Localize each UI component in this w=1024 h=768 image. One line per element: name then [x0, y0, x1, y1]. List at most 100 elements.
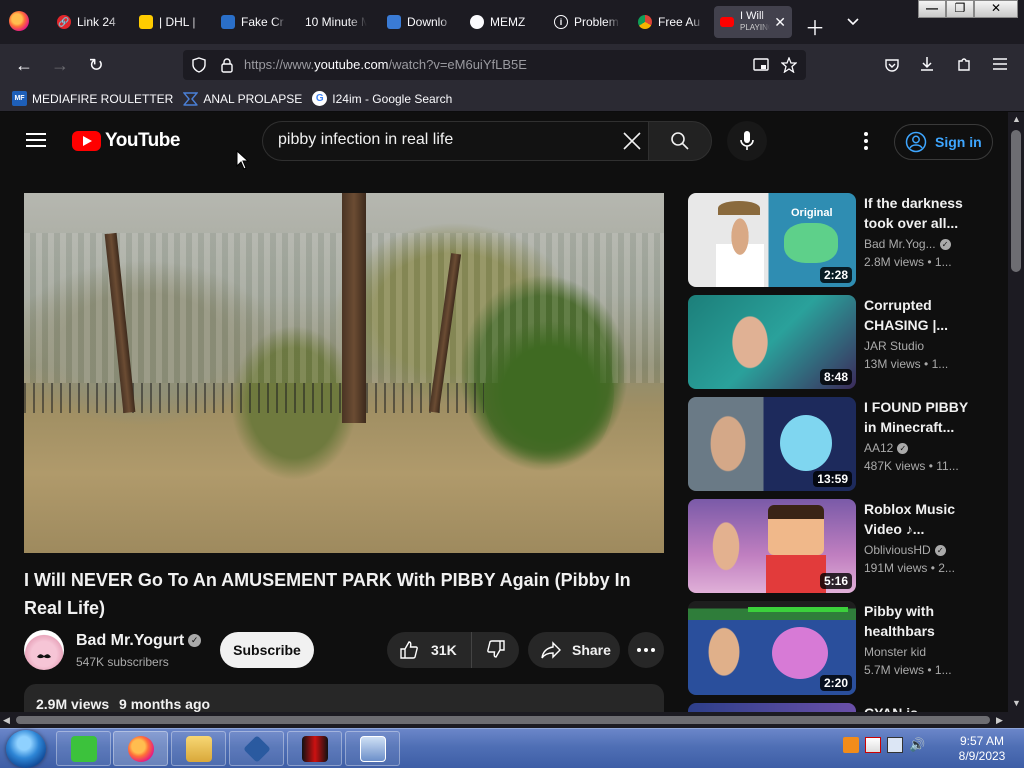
bookmark-favicon-icon — [183, 92, 199, 106]
new-tab-button[interactable]: ＋ — [805, 12, 825, 41]
related-video-title[interactable]: If the darkness took over all... — [864, 193, 976, 233]
clear-search-icon[interactable] — [621, 130, 643, 152]
network-icon[interactable] — [887, 737, 903, 753]
back-button[interactable]: ← — [14, 55, 34, 75]
youtube-logo[interactable]: YouTube — [72, 130, 180, 152]
tab-problem[interactable]: i Problem — [554, 6, 620, 38]
video-thumbnail[interactable]: 5:16 — [688, 499, 856, 593]
related-video-channel[interactable]: ObliviousHD ✓ — [864, 543, 946, 557]
tab-youtube-active[interactable]: I WillPLAYING ✕ — [714, 6, 792, 38]
related-video-title[interactable]: CYAN is — [864, 703, 976, 712]
reload-button[interactable]: ↻ — [86, 55, 106, 75]
dislike-button[interactable] — [472, 639, 520, 662]
voice-search-button[interactable] — [727, 121, 767, 161]
guide-menu-icon[interactable] — [26, 133, 46, 147]
bookmark-anal-prolapse[interactable]: ANAL PROLAPSE — [183, 91, 302, 106]
related-video-channel[interactable]: JAR Studio — [864, 339, 924, 353]
related-video-meta: 5.7M views • 1... — [864, 663, 952, 677]
search-box[interactable] — [262, 121, 648, 161]
bookmark-mediafire[interactable]: MF MEDIAFIRE ROULETTER — [12, 91, 173, 106]
share-button[interactable]: Share — [528, 632, 620, 668]
video-thumbnail[interactable]: 8:48 — [688, 295, 856, 389]
settings-more-icon[interactable] — [858, 129, 874, 153]
thumbnail-healthbar — [748, 607, 848, 612]
video-thumbnail[interactable] — [688, 703, 856, 712]
sign-in-button[interactable]: Sign in — [894, 124, 993, 160]
scroll-down-icon[interactable]: ▼ — [1012, 698, 1021, 708]
video-player[interactable] — [24, 193, 664, 553]
subscribe-button[interactable]: Subscribe — [220, 632, 314, 668]
lock-icon[interactable] — [219, 57, 235, 73]
shield-icon[interactable] — [191, 57, 207, 73]
tab-link-24[interactable]: 🔗 Link 24 — [57, 6, 123, 38]
search-button[interactable] — [648, 121, 712, 161]
tab-free-au[interactable]: Free Au — [638, 6, 704, 38]
taskbar-virtualbox[interactable] — [229, 731, 284, 766]
vertical-scrollbar[interactable]: ▲ ▼ — [1008, 112, 1024, 712]
video-thumbnail[interactable]: 13:59 — [688, 397, 856, 491]
related-video-channel[interactable]: AA12 ✓ — [864, 441, 909, 455]
more-actions-button[interactable] — [628, 632, 664, 668]
scroll-up-icon[interactable]: ▲ — [1012, 114, 1021, 124]
search-input[interactable] — [278, 131, 608, 149]
tab-close-icon[interactable]: ✕ — [774, 14, 786, 31]
url-text[interactable]: https://www.youtube.com/watch?v=eM6uiYfL… — [244, 57, 527, 72]
pocket-icon[interactable] — [884, 57, 900, 73]
tab-10-minute[interactable]: 10 Minute M — [305, 6, 367, 38]
channel-name[interactable]: Bad Mr.Yogurt ✓ — [76, 632, 202, 650]
download-favicon-icon — [387, 15, 401, 29]
description-box[interactable]: 2.9M views 9 months ago — [24, 684, 664, 712]
related-video-item[interactable]: 13:59 I FOUND PIBBY in Minecraft... AA12… — [688, 397, 988, 491]
related-video-title[interactable]: I FOUND PIBBY in Minecraft... — [864, 397, 976, 437]
video-thumbnail[interactable]: 2:20 — [688, 601, 856, 695]
related-video-item[interactable]: Original 2:28 If the darkness took over … — [688, 193, 988, 287]
app-menu-icon[interactable] — [992, 57, 1008, 71]
extensions-icon[interactable] — [956, 56, 972, 72]
scroll-right-icon[interactable]: ▶ — [996, 715, 1003, 726]
related-video-item[interactable]: 2:20 Pibby with healthbars Monster kid 5… — [688, 601, 988, 695]
tab-dhl[interactable]: | DHL | — [139, 6, 205, 38]
scroll-left-icon[interactable]: ◀ — [3, 715, 10, 726]
close-window-button[interactable]: ✕ — [974, 0, 1018, 18]
picture-in-picture-icon[interactable] — [753, 57, 769, 73]
video-thumbnail[interactable]: Original 2:28 — [688, 193, 856, 287]
downloads-icon[interactable] — [919, 56, 935, 72]
related-video-item[interactable]: CYAN is — [688, 703, 988, 712]
channel-avatar[interactable] — [24, 630, 64, 670]
related-video-title[interactable]: Corrupted CHASING |... — [864, 295, 976, 335]
tab-fake-cr[interactable]: Fake Cr — [221, 6, 287, 38]
bookmark-star-icon[interactable] — [781, 57, 797, 73]
taskbar-explorer[interactable] — [171, 731, 226, 766]
action-center-flag-icon[interactable] — [865, 737, 881, 753]
tab-memz[interactable]: MEMZ — [470, 6, 536, 38]
maximize-button[interactable]: ❐ — [946, 0, 974, 18]
navigation-toolbar: ← → ↻ https://www.youtube.com/watch?v=eM… — [0, 44, 1024, 86]
related-video-item[interactable]: 5:16 Roblox Music Video ♪... ObliviousHD… — [688, 499, 988, 593]
list-all-tabs-icon[interactable] — [846, 14, 860, 28]
vertical-scroll-thumb[interactable] — [1011, 130, 1021, 272]
minimize-button[interactable]: — — [918, 0, 946, 18]
related-video-title[interactable]: Roblox Music Video ♪... — [864, 499, 976, 539]
taskbar-firefox[interactable] — [113, 731, 168, 766]
tray-app-icon[interactable] — [843, 737, 859, 753]
related-age: 1... — [934, 663, 952, 677]
taskbar-red-app[interactable] — [287, 731, 342, 766]
related-video-item[interactable]: 8:48 Corrupted CHASING |... JAR Studio 1… — [688, 295, 988, 389]
related-channel-text: Bad Mr.Yog... — [864, 237, 936, 251]
firefox-icon[interactable] — [9, 11, 29, 31]
url-bar[interactable]: https://www.youtube.com/watch?v=eM6uiYfL… — [183, 50, 806, 80]
horizontal-scroll-thumb[interactable] — [16, 716, 990, 724]
bookmark-google-search[interactable]: G I24im - Google Search — [312, 91, 452, 106]
horizontal-scrollbar[interactable]: ◀ ▶ — [0, 712, 1024, 728]
volume-icon[interactable]: 🔊 — [909, 737, 925, 753]
start-button[interactable] — [6, 730, 46, 768]
system-clock[interactable]: 9:57 AM 8/9/2023 — [950, 734, 1014, 764]
related-video-title[interactable]: Pibby with healthbars — [864, 601, 976, 641]
like-button[interactable]: 31K — [387, 632, 472, 668]
tab-download[interactable]: Downlo — [387, 6, 453, 38]
related-video-channel[interactable]: Bad Mr.Yog... ✓ — [864, 237, 951, 251]
related-video-channel[interactable]: Monster kid — [864, 645, 926, 659]
taskbar-window-app[interactable] — [345, 731, 400, 766]
forward-button[interactable]: → — [50, 55, 70, 75]
taskbar-notes-app[interactable] — [56, 731, 111, 766]
